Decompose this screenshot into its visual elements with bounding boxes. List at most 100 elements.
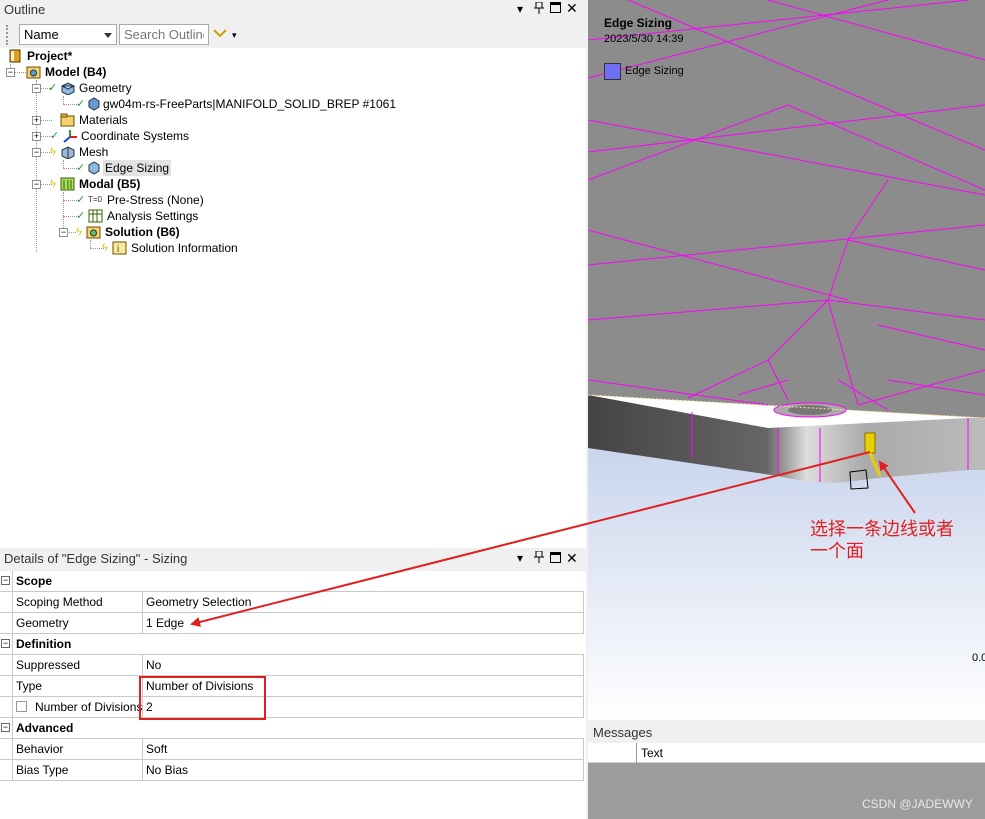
dropdown-icon[interactable]: ▾ — [517, 551, 523, 565]
more-options-icon[interactable]: ▾ — [232, 30, 237, 41]
collapse-icon[interactable]: − — [1, 576, 10, 585]
maximize-icon[interactable] — [550, 552, 561, 566]
dropdown-icon[interactable]: ▾ — [517, 2, 523, 16]
check-icon: ✓ — [76, 210, 86, 222]
collapse-modal[interactable]: − — [32, 180, 41, 189]
group-advanced[interactable]: − Advanced — [0, 718, 584, 739]
mesh-icon — [60, 145, 76, 160]
tree-node-materials[interactable]: Materials — [58, 112, 128, 128]
tree-label: Pre-Stress (None) — [107, 193, 204, 207]
group-label: Definition — [12, 634, 572, 655]
svg-text:i: i — [117, 244, 119, 255]
tree-line — [63, 104, 77, 105]
detail-value[interactable]: Geometry Selection — [143, 592, 584, 613]
tree-node-analysis-settings[interactable]: ✓ Analysis Settings — [76, 208, 198, 224]
chevron-down-icon — [104, 33, 112, 38]
tree-node-geometry[interactable]: ✓ Geometry — [48, 80, 132, 96]
expand-coordinate-systems[interactable]: + — [32, 132, 41, 141]
tree-node-project[interactable]: Project* — [6, 48, 72, 64]
tree-label: Solution Information — [131, 241, 238, 255]
messages-pane-header: Messages — [588, 723, 985, 743]
annotation-line: 一个面 — [810, 541, 864, 562]
detail-value[interactable]: No Bias — [143, 760, 584, 781]
details-pane-header: Details of "Edge Sizing" - Sizing — [0, 549, 586, 569]
tree-node-edge-sizing[interactable]: ✓ Edge Sizing — [76, 160, 172, 176]
search-filter-icon[interactable] — [213, 26, 227, 41]
detail-row-geometry[interactable]: Geometry 1 Edge — [0, 613, 584, 634]
name-filter-select[interactable]: Name — [19, 24, 117, 45]
detail-row-type[interactable]: Type Number of Divisions — [0, 676, 584, 697]
collapse-mesh[interactable]: − — [32, 148, 41, 157]
expand-materials[interactable]: + — [32, 116, 41, 125]
tree-label: Mesh — [79, 145, 109, 159]
collapse-solution[interactable]: − — [59, 228, 68, 237]
group-definition[interactable]: − Definition — [0, 634, 584, 655]
tree-label: Analysis Settings — [107, 209, 199, 223]
pre-stress-icon: T=0 — [88, 195, 103, 204]
close-icon[interactable]: ✕ — [566, 550, 578, 567]
detail-value[interactable]: Soft — [143, 739, 584, 760]
viewport-title: Edge Sizing — [604, 16, 673, 30]
tree-node-part[interactable]: ✓ gw04m-rs-FreeParts|MANIFOLD_SOLID_BREP … — [76, 96, 396, 112]
tree-node-model[interactable]: Model (B4) — [12, 64, 106, 80]
detail-value[interactable]: 1 Edge — [143, 613, 584, 634]
detail-key: Bias Type — [12, 760, 143, 781]
group-scope[interactable]: − Scope — [0, 571, 584, 592]
solution-icon — [86, 225, 102, 239]
close-icon[interactable]: ✕ — [566, 0, 578, 17]
detail-value[interactable]: 2 — [143, 697, 584, 718]
legend-swatch — [604, 63, 621, 80]
detail-row-scoping-method[interactable]: Scoping Method Geometry Selection — [0, 592, 584, 613]
tree-label: Model (B4) — [45, 65, 107, 79]
tree-node-mesh[interactable]: ϟ Mesh — [50, 144, 108, 160]
collapse-geometry[interactable]: − — [32, 84, 41, 93]
tree-line — [36, 80, 37, 252]
detail-value[interactable]: No — [143, 655, 584, 676]
detail-key: Suppressed — [12, 655, 143, 676]
column-divider[interactable] — [636, 743, 637, 763]
tree-node-modal[interactable]: ϟ Modal (B5) — [50, 176, 140, 192]
model-icon — [26, 65, 42, 79]
lightning-icon: ϟ — [102, 242, 108, 254]
toolbar-grip[interactable] — [6, 25, 10, 45]
graphics-viewport[interactable]: Edge Sizing 2023/5/30 14:39 Edge Sizing … — [588, 0, 985, 720]
detail-row-number-of-divisions[interactable]: Number of Divisions 2 — [0, 697, 584, 718]
tree-line — [63, 168, 77, 169]
tree-node-pre-stress[interactable]: ✓ T=0 Pre-Stress (None) — [76, 192, 204, 208]
tree-line — [40, 120, 52, 121]
tree-node-solution-information[interactable]: ϟ i Solution Information — [102, 240, 238, 256]
collapse-icon[interactable]: − — [1, 639, 10, 648]
detail-row-suppressed[interactable]: Suppressed No — [0, 655, 584, 676]
pin-icon[interactable] — [534, 550, 544, 566]
scale-label: 0.0 — [972, 652, 985, 664]
outline-title: Outline — [4, 2, 46, 17]
messages-title: Messages — [593, 725, 653, 740]
pin-icon[interactable] — [534, 1, 544, 17]
tree-label: Coordinate Systems — [81, 129, 190, 143]
project-icon — [8, 49, 24, 63]
detail-key-wrap: Number of Divisions — [12, 697, 143, 718]
tree-label: Project* — [27, 49, 73, 63]
lightning-icon: ϟ — [76, 226, 82, 238]
search-outline-input[interactable] — [119, 24, 209, 45]
watermark: CSDN @JADEWWY — [862, 797, 973, 811]
solution-information-icon: i — [112, 241, 128, 255]
parameter-checkbox[interactable] — [16, 701, 27, 712]
geometry-icon — [60, 81, 76, 96]
messages-column-header: Text — [588, 743, 985, 763]
tree-line — [63, 192, 64, 232]
detail-key: Geometry — [12, 613, 143, 634]
column-text-header[interactable]: Text — [641, 746, 663, 760]
tree-line — [63, 96, 64, 104]
maximize-icon[interactable] — [550, 2, 561, 16]
coordinate-axes-icon — [62, 129, 78, 143]
detail-row-bias-type[interactable]: Bias Type No Bias — [0, 760, 584, 781]
tree-node-solution[interactable]: ϟ Solution (B6) — [76, 224, 180, 240]
tree-label: Edge Sizing — [103, 160, 172, 176]
check-icon: ✓ — [50, 130, 60, 142]
detail-row-behavior[interactable]: Behavior Soft — [0, 739, 584, 760]
tree-node-coordinate-systems[interactable]: ✓ Coordinate Systems — [50, 128, 189, 144]
detail-key: Scoping Method — [12, 592, 143, 613]
collapse-icon[interactable]: − — [1, 723, 10, 732]
detail-value[interactable]: Number of Divisions — [143, 676, 584, 697]
